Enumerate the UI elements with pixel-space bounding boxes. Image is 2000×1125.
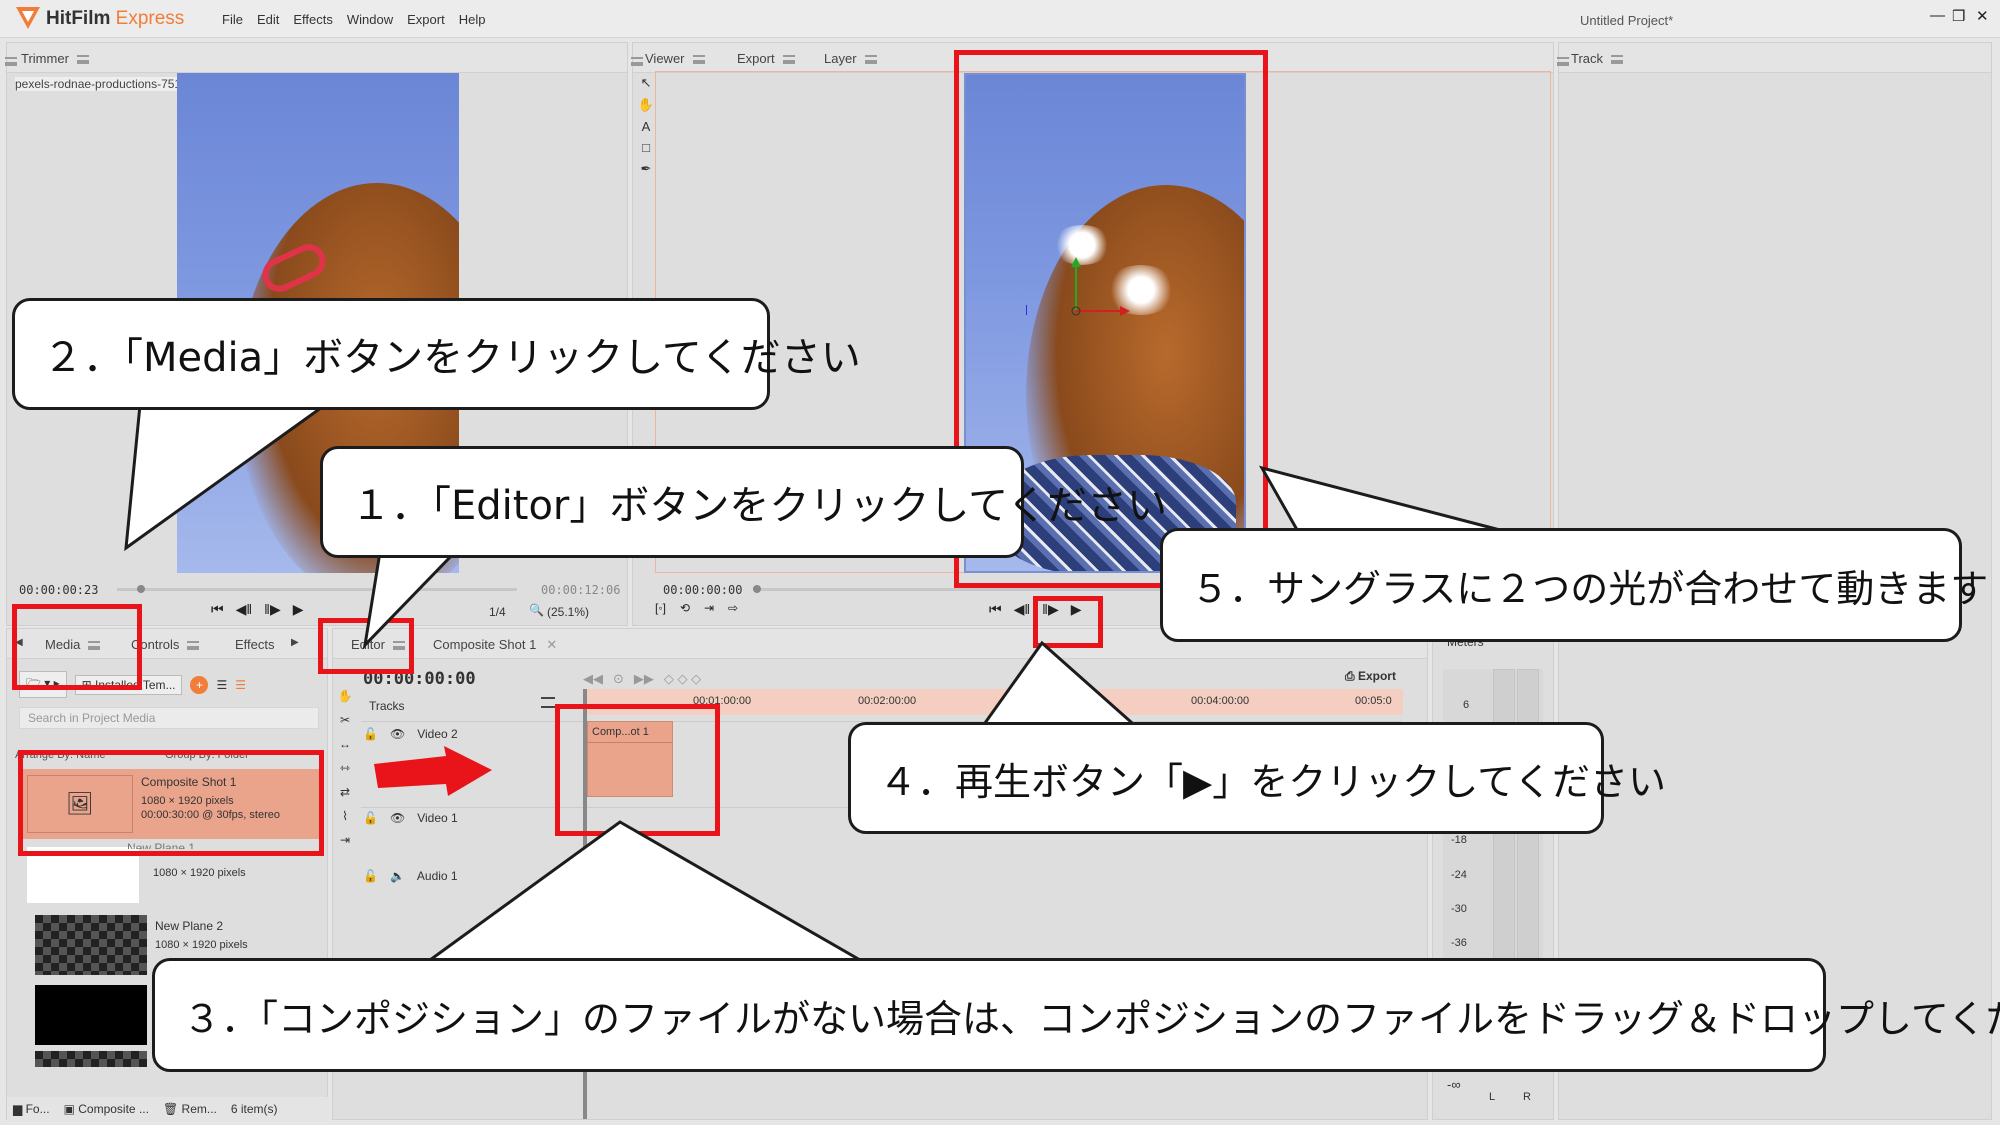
annotation-step5: ５．サングラスに２つの光が合わせて動きます (1160, 528, 1988, 642)
annotation-step2: ２．「Media」ボタンをクリックしてください (12, 298, 861, 410)
annotation-step3: ３．「コンポジション」のファイルがない場合は、コンポジションのファイルをドラッグ… (152, 958, 2000, 1072)
annotation-step4: ４．再生ボタン「▶」をクリックしてください (848, 722, 1666, 834)
annotation-step1: １．「Editor」ボタンをクリックしてください (320, 446, 1167, 558)
